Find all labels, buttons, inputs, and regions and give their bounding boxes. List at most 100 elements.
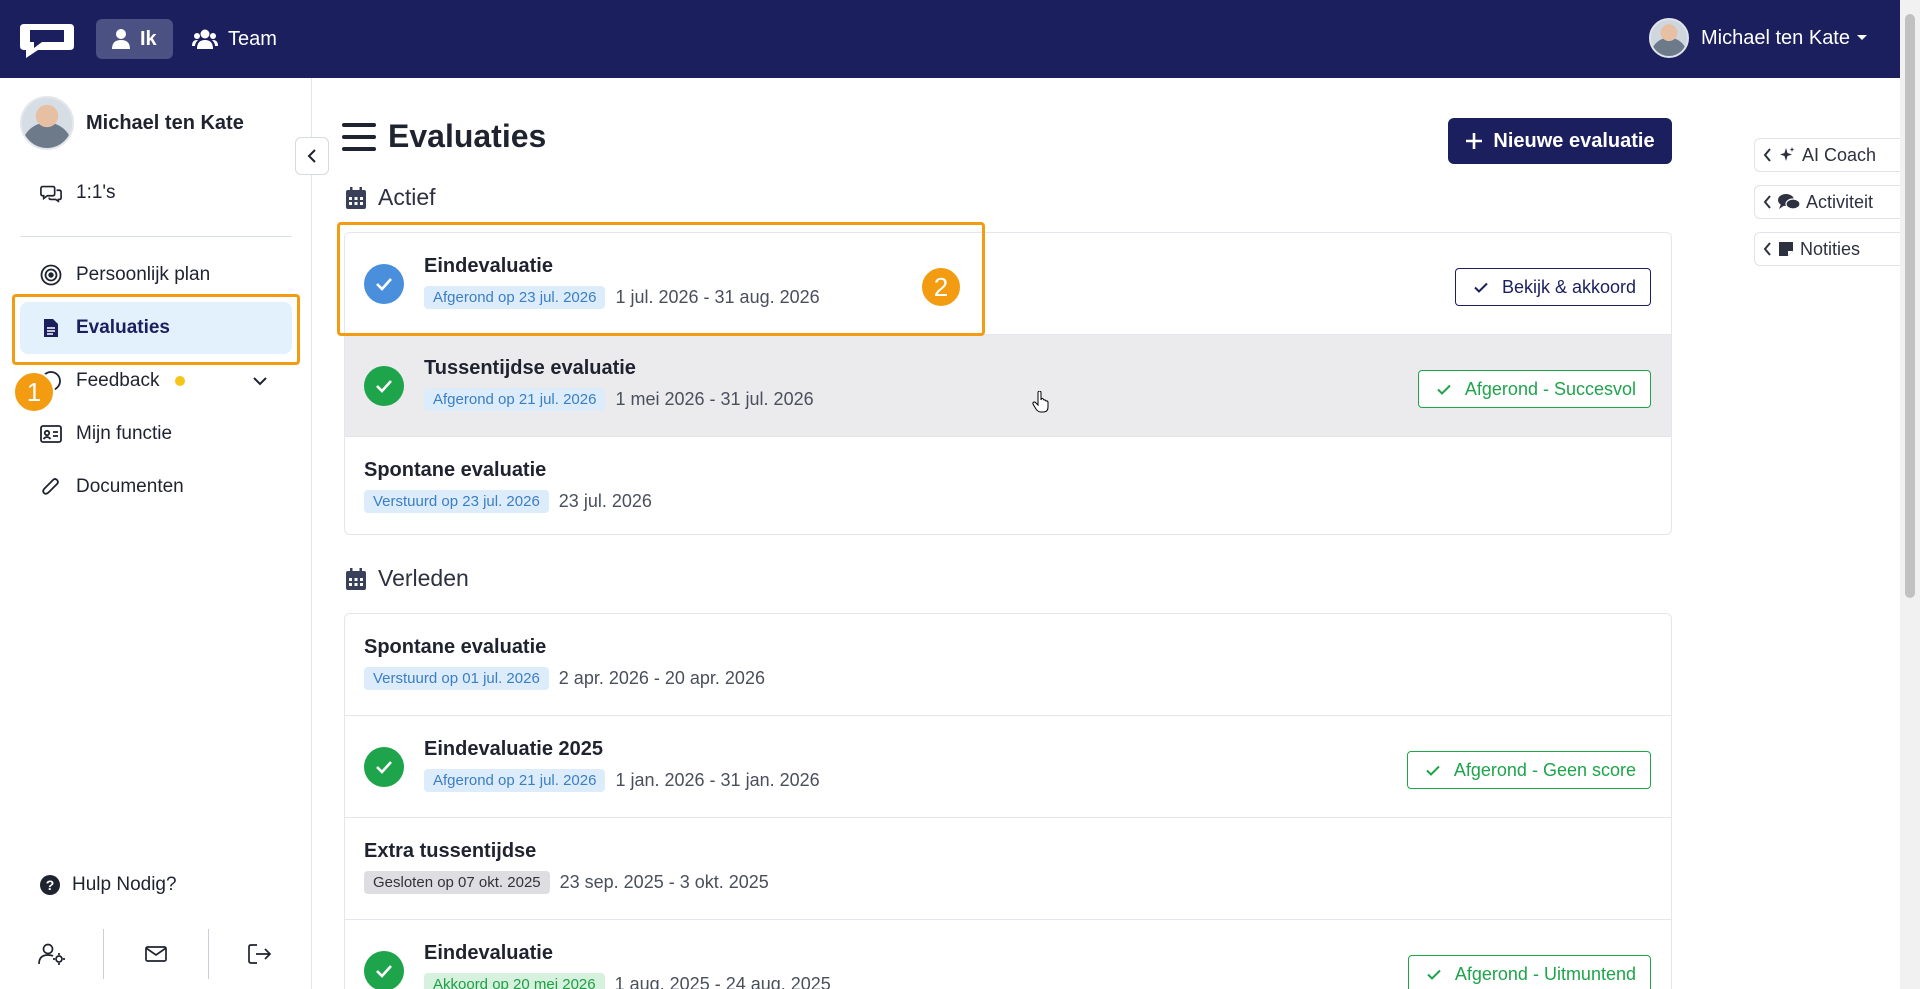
sidebar-item-label: 1:1's bbox=[76, 182, 116, 203]
user-menu-name: Michael ten Kate bbox=[1701, 26, 1850, 49]
evaluation-dates: 1 jul. 2026 - 31 aug. 2026 bbox=[615, 287, 820, 307]
user-menu[interactable]: Michael ten Kate bbox=[1649, 16, 1868, 60]
review-approve-button[interactable]: Bekijk & akkoord bbox=[1454, 268, 1651, 306]
nav-ik-label: Ik bbox=[140, 27, 157, 50]
sparkles-icon bbox=[1780, 147, 1795, 161]
page-scrollbar[interactable] bbox=[1900, 0, 1920, 989]
new-evaluation-button[interactable]: Nieuwe evaluatie bbox=[1448, 118, 1672, 164]
app-logo-icon[interactable] bbox=[18, 20, 76, 60]
sidebar-item-feedback[interactable]: Feedback bbox=[20, 355, 292, 407]
result-status-button[interactable]: Afgerond - Succesvol bbox=[1417, 370, 1651, 408]
evaluation-title: Spontane evaluatie bbox=[364, 459, 547, 481]
evaluation-dates: 1 aug. 2025 - 24 aug. 2025 bbox=[614, 974, 831, 989]
note-icon bbox=[1779, 242, 1793, 256]
comments-icon bbox=[1778, 194, 1800, 210]
step-marker-2: 2 bbox=[920, 266, 962, 308]
avatar bbox=[20, 96, 74, 150]
sidebar-item-documenten[interactable]: Documenten bbox=[20, 461, 292, 513]
section-title: Verleden bbox=[378, 565, 469, 591]
svg-text:?: ? bbox=[46, 877, 55, 893]
evaluation-dates: 23 sep. 2025 - 3 okt. 2025 bbox=[559, 872, 769, 892]
sidebar-item-label: Feedback bbox=[76, 370, 160, 391]
sidebar-collapse-button[interactable] bbox=[295, 137, 329, 175]
target-icon bbox=[40, 264, 62, 286]
table-row[interactable]: Eindevaluatie Afgerond op 23 jul. 2026 1 … bbox=[345, 233, 1671, 335]
check-icon bbox=[1474, 282, 1488, 293]
active-evaluations-list: Eindevaluatie Afgerond op 23 jul. 2026 1 … bbox=[344, 232, 1672, 535]
check-circle-icon bbox=[364, 366, 404, 406]
status-badge: Verstuurd op 23 jul. 2026 bbox=[364, 490, 549, 513]
result-status-button[interactable]: Afgerond - Geen score bbox=[1406, 751, 1651, 789]
mail-icon bbox=[145, 946, 167, 962]
mail-button[interactable] bbox=[104, 929, 209, 979]
evaluation-dates: 1 mei 2026 - 31 jul. 2026 bbox=[615, 389, 814, 409]
chevron-left-icon bbox=[1763, 148, 1771, 162]
table-row[interactable]: Eindevaluatie Akkoord op 20 mei 2026 1 au… bbox=[345, 920, 1671, 989]
evaluation-dates: 1 jan. 2026 - 31 jan. 2026 bbox=[615, 770, 820, 790]
top-navbar: Ik Team Michael ten Kate bbox=[0, 0, 1900, 78]
table-row[interactable]: Spontane evaluatie Verstuurd op 01 jul. … bbox=[345, 614, 1671, 716]
help-icon: ? bbox=[40, 875, 60, 895]
help-link[interactable]: ? Hulp Nodig? bbox=[40, 874, 177, 896]
sidebar-divider bbox=[20, 236, 292, 237]
ai-coach-tab[interactable]: AI Coach bbox=[1754, 138, 1900, 172]
chevron-left-icon bbox=[1763, 242, 1771, 256]
evaluation-dates: 2 apr. 2026 - 20 apr. 2026 bbox=[558, 668, 765, 688]
nav-ik-button[interactable]: Ik bbox=[96, 19, 173, 59]
page-header: Evaluaties bbox=[342, 118, 546, 155]
caret-down-icon bbox=[1857, 35, 1867, 40]
paperclip-icon bbox=[40, 476, 62, 498]
help-label: Hulp Nodig? bbox=[72, 874, 177, 895]
result-status-button[interactable]: Afgerond - Uitmuntend bbox=[1407, 955, 1651, 989]
sidebar-item-label: Mijn functie bbox=[76, 423, 173, 444]
section-header-actief: Actief bbox=[346, 184, 436, 211]
check-circle-icon bbox=[364, 264, 404, 304]
new-evaluation-label: Nieuwe evaluatie bbox=[1493, 129, 1655, 152]
check-circle-icon bbox=[364, 951, 404, 989]
chevron-left-icon bbox=[307, 149, 316, 163]
sidebar-item-label: Persoonlijk plan bbox=[76, 264, 211, 285]
sidebar-item-persoonlijk-plan[interactable]: Persoonlijk plan bbox=[20, 249, 292, 301]
scrollbar-thumb[interactable] bbox=[1905, 14, 1915, 598]
sidebar-item-one-on-ones[interactable]: 1:1's bbox=[20, 167, 292, 219]
check-circle-icon bbox=[364, 747, 404, 787]
sidebar: Michael ten Kate 1:1's Persoonlijk plan … bbox=[0, 78, 312, 989]
evaluation-title: Extra tussentijdse bbox=[364, 840, 537, 862]
logout-icon bbox=[248, 944, 272, 964]
calendar-icon bbox=[346, 567, 366, 590]
past-evaluations-list: Spontane evaluatie Verstuurd op 01 jul. … bbox=[344, 613, 1672, 989]
chevron-down-icon[interactable] bbox=[252, 376, 268, 386]
status-badge: Akkoord op 20 mei 2026 bbox=[424, 973, 605, 989]
user-icon bbox=[112, 29, 130, 49]
sidebar-item-mijn-functie[interactable]: Mijn functie bbox=[20, 408, 292, 460]
check-icon bbox=[1426, 765, 1440, 776]
status-badge: Afgerond op 23 jul. 2026 bbox=[424, 286, 606, 309]
table-row[interactable]: Tussentijdse evaluatie Afgerond op 21 ju… bbox=[345, 335, 1671, 437]
status-badge: Gesloten op 07 okt. 2025 bbox=[364, 871, 550, 894]
notities-tab[interactable]: Notities bbox=[1754, 232, 1900, 266]
profile-settings-button[interactable] bbox=[0, 929, 105, 979]
evaluation-title: Spontane evaluatie bbox=[364, 636, 547, 658]
status-badge: Afgerond op 21 jul. 2026 bbox=[424, 388, 606, 411]
activiteit-tab[interactable]: Activiteit bbox=[1754, 185, 1900, 219]
hamburger-menu-icon[interactable] bbox=[342, 122, 376, 152]
logout-button[interactable] bbox=[209, 929, 312, 979]
table-row[interactable]: Extra tussentijdse Gesloten op 07 okt. 2… bbox=[345, 818, 1671, 920]
avatar bbox=[1649, 18, 1690, 58]
evaluation-title: Eindevaluatie bbox=[424, 942, 553, 964]
sidebar-item-label: Documenten bbox=[76, 476, 184, 497]
page-title: Evaluaties bbox=[388, 118, 547, 154]
sidebar-item-label: Evaluaties bbox=[76, 317, 170, 338]
document-icon bbox=[40, 317, 62, 339]
status-badge: Afgerond op 21 jul. 2026 bbox=[424, 769, 606, 792]
step-marker-1: 1 bbox=[13, 371, 55, 413]
sidebar-item-evaluaties[interactable]: Evaluaties bbox=[20, 302, 292, 354]
table-row[interactable]: Eindevaluatie 2025 Afgerond op 21 jul. 2… bbox=[345, 716, 1671, 818]
section-header-verleden: Verleden bbox=[346, 565, 469, 592]
table-row[interactable]: Spontane evaluatie Verstuurd op 23 jul. … bbox=[345, 437, 1671, 534]
nav-team-button[interactable]: Team bbox=[176, 19, 293, 59]
plus-icon bbox=[1466, 133, 1483, 149]
sidebar-user[interactable]: Michael ten Kate bbox=[20, 96, 244, 150]
evaluation-title: Eindevaluatie 2025 bbox=[424, 738, 603, 760]
mouse-pointer-icon bbox=[1032, 391, 1049, 413]
